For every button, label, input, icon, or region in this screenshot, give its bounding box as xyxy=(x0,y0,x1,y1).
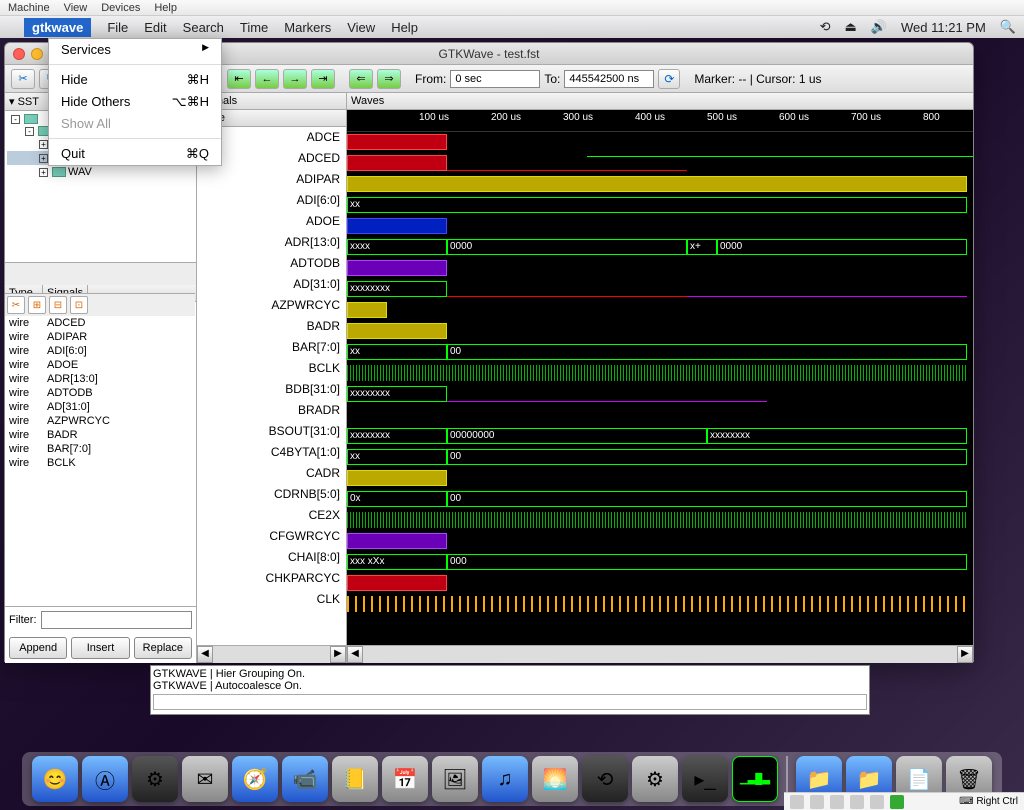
app-menu[interactable]: gtkwave xyxy=(24,18,91,37)
vm-hostkey: ⌨ Right Ctrl xyxy=(959,796,1018,807)
waves[interactable]: xxxxxx0000x+0000xxxxxxxxxx00xxxxxxxxxxxx… xyxy=(347,132,973,645)
close-button[interactable] xyxy=(13,48,25,60)
vm-net-icon[interactable] xyxy=(830,795,844,809)
cut-button[interactable]: ✂ xyxy=(11,69,35,89)
vm-statusbar: ⌨ Right Ctrl xyxy=(784,792,1024,810)
menu-hide[interactable]: Hide⌘H xyxy=(49,69,221,91)
tree-wav[interactable]: + WAV xyxy=(7,165,194,179)
filter-input[interactable] xyxy=(41,611,193,629)
signal-rows[interactable]: wireADCEwireADCEDwireADIPARwireADI[6:0]w… xyxy=(5,302,196,606)
menu-file[interactable]: File xyxy=(107,20,128,35)
menu-time[interactable]: Time xyxy=(240,20,268,35)
from-label: From: xyxy=(415,72,446,86)
filter-label: Filter: xyxy=(9,614,37,626)
vm-menu-devices[interactable]: Devices xyxy=(101,2,140,14)
first-button[interactable]: ⇤ xyxy=(227,69,251,89)
back-button[interactable]: ⇐ xyxy=(349,69,373,89)
terminal-input[interactable] xyxy=(153,694,867,710)
window-title: GTKWave - test.fst xyxy=(439,47,540,61)
dock-sysprefs[interactable]: ⚙ xyxy=(132,756,178,802)
waves-header: Waves xyxy=(347,93,973,110)
eject-icon[interactable]: ⏏ xyxy=(845,19,857,35)
volume-icon[interactable]: 🔊 xyxy=(871,19,887,35)
menu-help[interactable]: Help xyxy=(391,20,418,35)
next-button[interactable]: → xyxy=(283,69,307,89)
replace-button[interactable]: Replace xyxy=(134,637,192,659)
clock[interactable]: Wed 11:21 PM xyxy=(901,20,986,35)
menu-markers[interactable]: Markers xyxy=(284,20,331,35)
left-panel: ▾ SST - - + CMP + PCI + WAV ✂ ⊞ ⊟ ⊡ xyxy=(5,93,197,663)
signal-names[interactable]: ADCEADCEDADIPARADI[6:0]ADOEADR[13:0]ADTO… xyxy=(197,127,346,645)
prev-button[interactable]: ← xyxy=(255,69,279,89)
reload-button[interactable]: ⟳ xyxy=(658,69,680,89)
terminal: GTKWAVE | Hier Grouping On. GTKWAVE | Au… xyxy=(150,665,870,715)
menu-search[interactable]: Search xyxy=(183,20,224,35)
vm-cd-icon[interactable] xyxy=(810,795,824,809)
vm-menu-help[interactable]: Help xyxy=(154,2,177,14)
dock-finder[interactable]: 😊 xyxy=(32,756,78,802)
menu-view[interactable]: View xyxy=(347,20,375,35)
dock-safari[interactable]: 🧭 xyxy=(232,756,278,802)
time-ruler[interactable]: 100 us200 us300 us400 us500 us600 us700 … xyxy=(347,110,973,132)
to-label: To: xyxy=(544,72,560,86)
wave-hscroll[interactable]: ◀▶ xyxy=(347,645,973,663)
from-input[interactable] xyxy=(450,70,540,88)
dock-appstore[interactable]: Ⓐ xyxy=(82,756,128,802)
timemachine-icon[interactable]: ⟲ xyxy=(820,19,831,35)
menu-hide-others[interactable]: Hide Others⌥⌘H xyxy=(49,91,221,113)
signal-list: Type Signals wireADCEwireADCEDwireADIPAR… xyxy=(5,285,196,663)
dock-gtkwave[interactable]: ▁▃█▃ xyxy=(732,756,778,802)
append-button[interactable]: Append xyxy=(9,637,67,659)
last-button[interactable]: ⇥ xyxy=(311,69,335,89)
dock-calendar[interactable]: 📅 xyxy=(382,756,428,802)
dock-terminal[interactable]: ▸_ xyxy=(682,756,728,802)
minimize-button[interactable] xyxy=(31,48,43,60)
vm-menubar: Machine View Devices Help xyxy=(0,0,1024,16)
vm-menu-view[interactable]: View xyxy=(64,2,88,14)
marker-label: Marker: -- | Cursor: 1 us xyxy=(694,72,821,86)
spotlight-icon[interactable]: 🔍 xyxy=(1000,19,1016,35)
dock-mail[interactable]: ✉ xyxy=(182,756,228,802)
fwd-button[interactable]: ⇒ xyxy=(377,69,401,89)
vm-menu-machine[interactable]: Machine xyxy=(8,2,50,14)
dock-facetime[interactable]: 📹 xyxy=(282,756,328,802)
dock-timemachine[interactable]: ⟲ xyxy=(582,756,628,802)
insert-button[interactable]: Insert xyxy=(71,637,129,659)
vm-usb-icon[interactable] xyxy=(850,795,864,809)
dock-settings[interactable]: ⚙ xyxy=(632,756,678,802)
app-dropdown: Services Hide⌘H Hide Others⌥⌘H Show All … xyxy=(48,38,222,166)
menu-services[interactable]: Services xyxy=(49,39,221,60)
signals-panel: Signals Time ADCEADCEDADIPARADI[6:0]ADOE… xyxy=(197,93,347,663)
dock-contacts[interactable]: 📒 xyxy=(332,756,378,802)
menu-show-all: Show All xyxy=(49,113,221,134)
vm-hd-icon[interactable] xyxy=(790,795,804,809)
dock-itunes[interactable]: ♫ xyxy=(482,756,528,802)
to-input[interactable] xyxy=(564,70,654,88)
menu-edit[interactable]: Edit xyxy=(144,20,166,35)
dock-preview[interactable]: 🖼 xyxy=(432,756,478,802)
vm-mouse-icon[interactable] xyxy=(890,795,904,809)
menu-quit[interactable]: Quit⌘Q xyxy=(49,143,221,165)
vm-shared-icon[interactable] xyxy=(870,795,884,809)
wave-panel: Waves 100 us200 us300 us400 us500 us600 … xyxy=(347,93,973,663)
mac-menubar: gtkwave File Edit Search Time Markers Vi… xyxy=(0,16,1024,38)
dock-iphoto[interactable]: 🌅 xyxy=(532,756,578,802)
